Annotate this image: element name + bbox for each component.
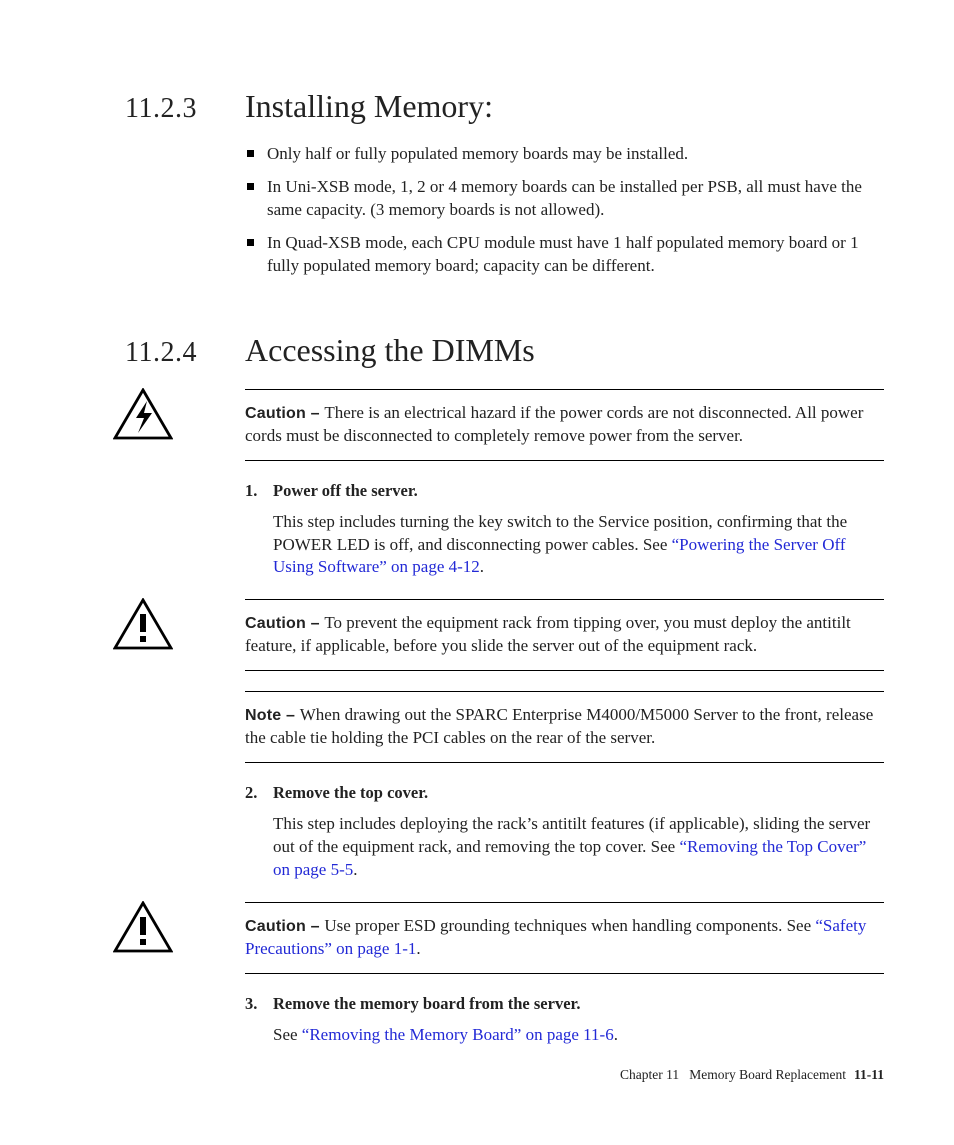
caution-esd: Caution – Use proper ESD grounding techn… [245,902,884,974]
install-memory-bullets: Only half or fully populated memory boar… [245,143,884,278]
footer-page-number: 11-11 [854,1067,884,1082]
list-item: In Uni-XSB mode, 1, 2 or 4 memory boards… [245,176,884,222]
caution-text: There is an electrical hazard if the pow… [245,403,863,445]
step-2: 2.Remove the top cover. This step includ… [245,783,884,882]
caution-text-pre: Use proper ESD grounding techniques when… [324,916,815,935]
section-number: 11.2.4 [125,337,245,369]
caution-label: Caution – [245,918,324,935]
caution-electrical: Caution – There is an electrical hazard … [245,389,884,461]
note-label: Note – [245,707,300,724]
section-title: Accessing the DIMMs [245,332,535,369]
list-item: Only half or fully populated memory boar… [245,143,884,166]
section-number: 11.2.3 [125,93,245,125]
warning-icon [113,901,173,953]
caution-label: Caution – [245,405,324,422]
caution-text: To prevent the equipment rack from tippi… [245,613,851,655]
step-body-text: See [273,1025,302,1044]
note-text: When drawing out the SPARC Enterprise M4… [245,705,873,747]
footer-chapter: Chapter 11 [620,1067,679,1082]
step-title: Power off the server. [273,481,418,500]
step-body-post: . [614,1025,618,1044]
footer-title: Memory Board Replacement [689,1067,846,1082]
section-heading-11-2-4: 11.2.4 Accessing the DIMMs [125,332,884,369]
step-1: 1.Power off the server. This step includ… [245,481,884,580]
page-footer: Chapter 11 Memory Board Replacement 11-11 [620,1067,884,1083]
warning-icon [113,598,173,650]
step-title: Remove the top cover. [273,783,428,802]
step-title: Remove the memory board from the server. [273,994,580,1013]
caution-text-post: . [416,939,420,958]
step-number: 1. [245,481,273,501]
list-item: In Quad-XSB mode, each CPU module must h… [245,232,884,278]
electrical-hazard-icon [113,388,173,440]
section-title: Installing Memory: [245,88,493,125]
step-number: 3. [245,994,273,1014]
step-body-post: . [480,557,484,576]
note-cable-tie: Note – When drawing out the SPARC Enterp… [245,691,884,763]
step-number: 2. [245,783,273,803]
step-3: 3.Remove the memory board from the serve… [245,994,884,1047]
caution-label: Caution – [245,615,324,632]
section-heading-11-2-3: 11.2.3 Installing Memory: [125,88,884,125]
step-body-post: . [353,860,357,879]
link-removing-memory-board[interactable]: “Removing the Memory Board” on page 11-6 [302,1025,614,1044]
caution-tipping: Caution – To prevent the equipment rack … [245,599,884,671]
